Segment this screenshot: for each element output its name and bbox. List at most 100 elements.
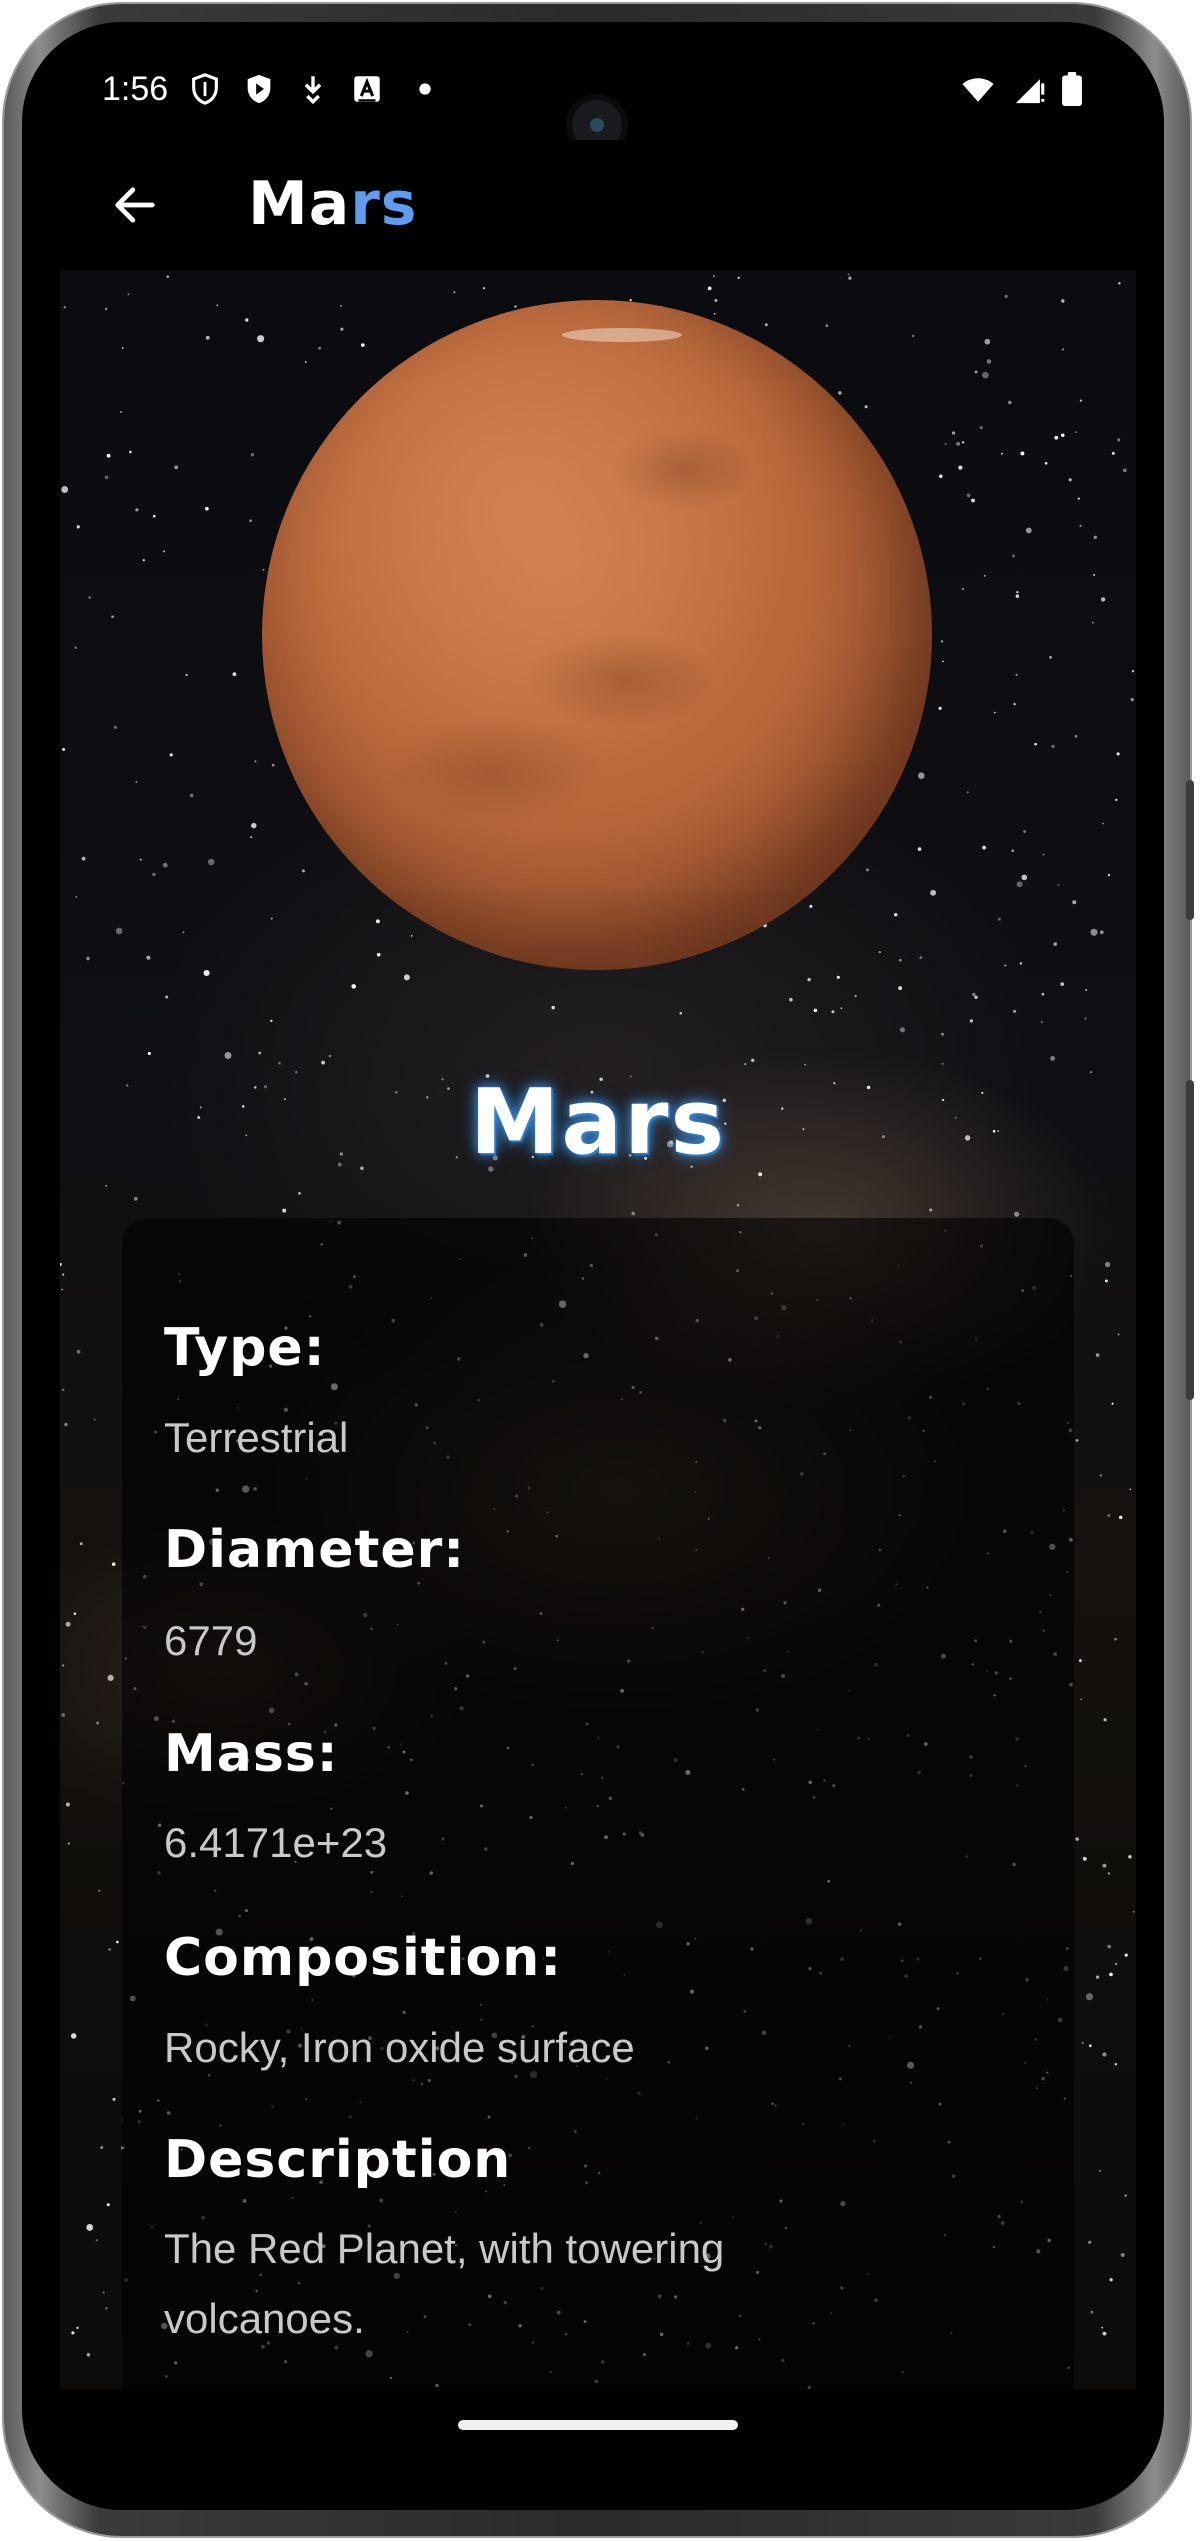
- star: [847, 273, 850, 276]
- star: [135, 781, 138, 783]
- star: [88, 596, 92, 599]
- star: [1120, 2253, 1125, 2257]
- star: [1093, 573, 1096, 576]
- star: [929, 1208, 933, 1212]
- star: [304, 361, 307, 363]
- star: [1090, 2310, 1094, 2314]
- star: [174, 465, 178, 470]
- star: [67, 1842, 71, 1845]
- star: [129, 450, 132, 454]
- star: [375, 919, 380, 924]
- cellular-signal-icon: [1015, 79, 1045, 104]
- planet-detail-content[interactable]: Mars Type: Terrestrial Diameter: 6779 Ma…: [60, 270, 1136, 2420]
- star: [108, 1948, 112, 1951]
- star: [105, 2307, 108, 2310]
- star: [993, 711, 996, 714]
- star: [351, 984, 357, 989]
- app-bar-title-part2: rs: [350, 169, 418, 239]
- star: [1042, 853, 1045, 856]
- star: [1053, 942, 1058, 946]
- star: [1023, 830, 1027, 833]
- star: [339, 304, 342, 307]
- star: [966, 791, 969, 794]
- star: [76, 525, 80, 529]
- star: [185, 673, 188, 677]
- star: [1099, 1474, 1103, 1477]
- star: [1044, 461, 1048, 465]
- star: [1131, 669, 1135, 673]
- planet-name-heading: Mars: [469, 1070, 727, 1175]
- star: [328, 1054, 332, 1058]
- star: [809, 904, 813, 908]
- star: [146, 955, 151, 960]
- star: [61, 1288, 63, 1291]
- star: [1095, 1975, 1100, 1979]
- star: [1021, 874, 1028, 881]
- star: [744, 1063, 747, 1066]
- star: [93, 1418, 96, 1421]
- star: [1102, 2331, 1107, 2336]
- star: [737, 276, 740, 279]
- star: [73, 1612, 77, 1615]
- star: [65, 1621, 71, 1627]
- star: [203, 969, 210, 977]
- star: [1079, 399, 1083, 402]
- star: [1040, 1021, 1043, 1024]
- star: [1060, 982, 1065, 986]
- star: [105, 1184, 107, 1187]
- star: [951, 431, 956, 435]
- star: [61, 1713, 66, 1717]
- star: [70, 2033, 77, 2039]
- polar-cap: [562, 328, 682, 342]
- star: [1107, 873, 1111, 877]
- star: [1019, 962, 1023, 965]
- star: [1072, 900, 1077, 905]
- star: [1082, 1856, 1087, 1861]
- font-a-icon: [354, 76, 380, 102]
- star: [1122, 468, 1127, 473]
- app-bar-title-part1: Ma: [248, 169, 351, 239]
- star: [224, 1052, 232, 1059]
- star: [1109, 1972, 1113, 1977]
- wifi-icon: [962, 78, 994, 102]
- diameter-value: 6779: [164, 1617, 258, 1664]
- star: [278, 1061, 281, 1065]
- star: [1107, 1513, 1111, 1517]
- star: [162, 862, 168, 868]
- star: [1130, 697, 1134, 702]
- star: [120, 411, 122, 413]
- star: [942, 660, 944, 663]
- star: [938, 706, 942, 710]
- star: [961, 441, 965, 444]
- star: [789, 997, 793, 1002]
- star: [1129, 1488, 1132, 1491]
- star: [864, 405, 868, 409]
- star: [969, 1019, 974, 1023]
- star: [321, 1060, 326, 1065]
- star: [979, 425, 983, 430]
- star: [453, 291, 456, 294]
- star: [1115, 798, 1118, 802]
- star: [1075, 1439, 1079, 1442]
- star: [1118, 1515, 1123, 1520]
- home-indicator[interactable]: [458, 2420, 738, 2430]
- volume-button: [1186, 1080, 1194, 1400]
- star: [76, 1349, 81, 1354]
- star: [894, 913, 898, 917]
- star: [1015, 594, 1019, 598]
- back-button[interactable]: [100, 170, 170, 240]
- star: [1068, 478, 1072, 482]
- star: [142, 559, 145, 562]
- star: [1051, 744, 1055, 749]
- star: [919, 956, 923, 959]
- star: [1088, 2240, 1092, 2244]
- shield-icon: [192, 73, 218, 105]
- star: [736, 1203, 740, 1207]
- description-value: The Red Planet, with towering volcanoes.: [164, 2225, 725, 2342]
- star: [61, 1388, 65, 1391]
- star: [163, 550, 166, 553]
- star: [102, 2291, 105, 2294]
- app-bar-title: Mars: [248, 174, 418, 234]
- star: [899, 1027, 906, 1033]
- star: [958, 465, 963, 470]
